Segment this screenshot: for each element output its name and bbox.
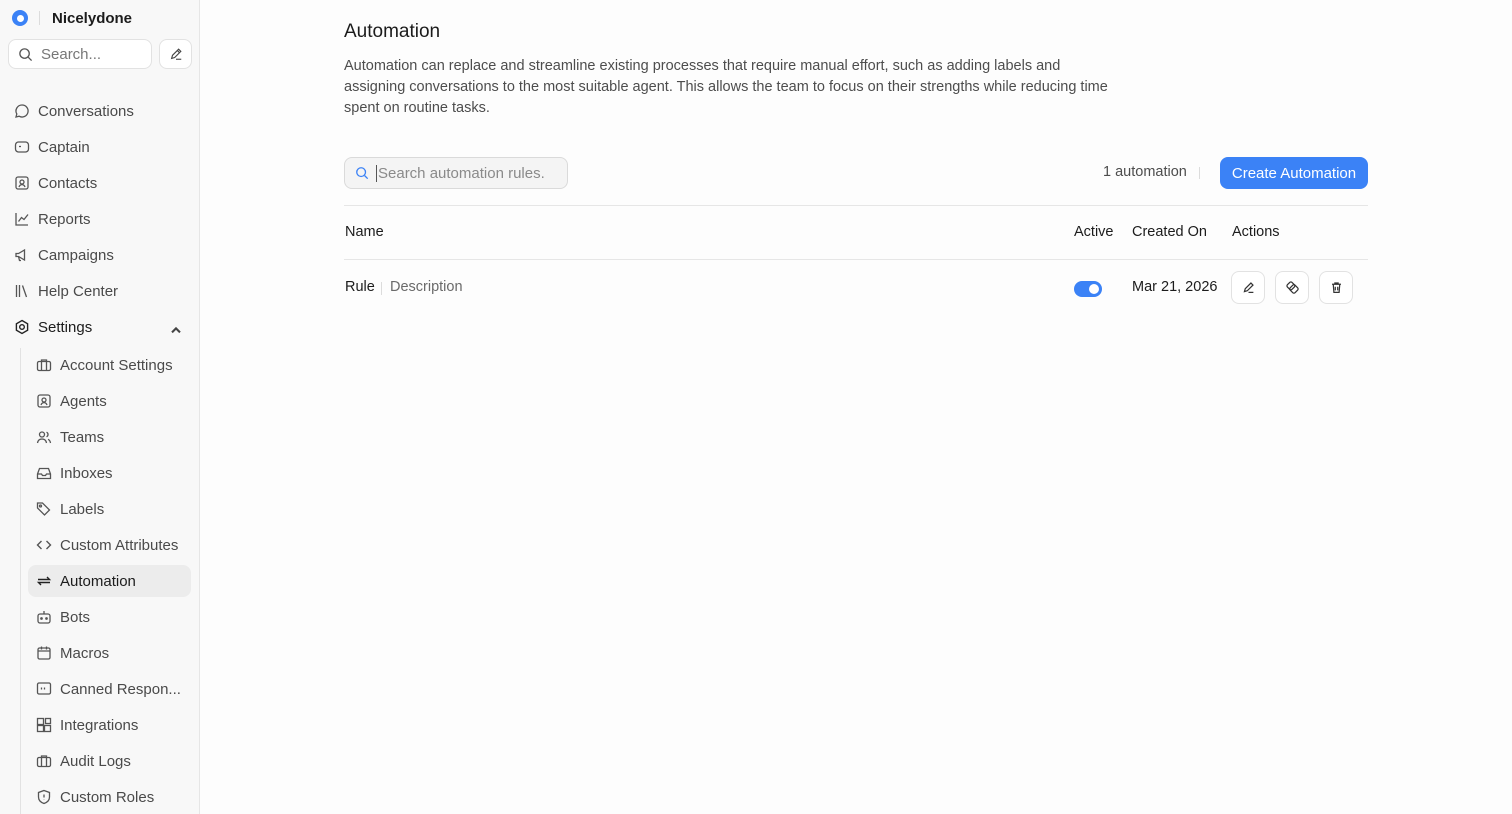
create-automation-button[interactable]: Create Automation: [1220, 157, 1368, 189]
automation-search[interactable]: [344, 157, 568, 189]
shield-icon: [37, 789, 51, 805]
sidebar-item-label: Teams: [60, 428, 105, 446]
chevron-up-icon[interactable]: [168, 322, 184, 338]
active-toggle[interactable]: [1074, 281, 1102, 297]
created-on-date: Mar 21, 2026: [1132, 279, 1218, 295]
trash-icon: [1331, 282, 1341, 293]
blocks-icon: [36, 717, 52, 733]
automation-search-input[interactable]: [376, 164, 556, 182]
sidebar-item-inboxes[interactable]: Inboxes: [28, 457, 191, 489]
sidebar-item-macros[interactable]: Macros: [28, 637, 191, 669]
megaphone-icon: [15, 248, 26, 262]
nav-item-label: Settings: [38, 318, 93, 336]
bot-icon: [37, 611, 51, 624]
sidebar-item-agents[interactable]: Agents: [28, 385, 191, 417]
brand-logo-icon: [12, 10, 28, 26]
nav-item-label: Contacts: [38, 174, 98, 192]
contact-square-icon: [37, 394, 51, 408]
nav-item-captain[interactable]: Captain: [8, 131, 192, 163]
arrows-repeat-icon: [36, 576, 52, 586]
nav-item-label: Conversations: [38, 102, 134, 120]
column-header-created-on: Created On: [1132, 224, 1207, 240]
sidebar-item-canned-responses[interactable]: Canned Respon...: [28, 673, 191, 705]
sidebar-item-label: Bots: [60, 608, 91, 626]
nav-item-settings[interactable]: Settings: [8, 311, 192, 343]
briefcase-icon: [36, 359, 52, 372]
column-header-actions: Actions: [1232, 224, 1280, 240]
nav-item-label: Captain: [38, 138, 90, 156]
sidebar-item-label: Agents: [60, 392, 107, 410]
users-icon: [36, 431, 52, 444]
sidebar-item-label: Automation: [60, 572, 136, 590]
search-icon: [19, 47, 33, 61]
sidebar-item-label: Account Settings: [60, 356, 173, 374]
chat-bubble-icon: [15, 104, 29, 118]
sidebar-item-automation[interactable]: Automation: [28, 565, 191, 597]
sidebar: Nicelydone Conversations Captain Contact…: [0, 0, 200, 814]
sidebar-item-teams[interactable]: Teams: [28, 421, 191, 453]
calendar-box-icon: [37, 646, 51, 660]
nav-item-campaigns[interactable]: Campaigns: [8, 239, 192, 271]
library-icon: [15, 285, 28, 298]
brand-divider: [39, 11, 40, 25]
column-header-name: Name: [345, 224, 384, 240]
toolbar-divider: [1199, 167, 1200, 179]
gear-icon: [15, 319, 29, 335]
sidebar-search-input[interactable]: [41, 45, 141, 63]
sidebar-item-integrations[interactable]: Integrations: [28, 709, 191, 741]
sidebar-item-label: Inboxes: [60, 464, 113, 482]
rule-name-divider: [381, 282, 382, 295]
sidebar-item-label: Custom Attributes: [60, 536, 179, 554]
sidebar-item-account-settings[interactable]: Account Settings: [28, 349, 191, 381]
sidebar-item-custom-roles[interactable]: Custom Roles: [28, 781, 191, 813]
captain-icon: [14, 141, 30, 153]
sidebar-item-bots[interactable]: Bots: [28, 601, 191, 633]
table-header-divider: [344, 259, 1368, 260]
tags-icon: [36, 502, 51, 516]
nav-item-contacts[interactable]: Contacts: [8, 167, 192, 199]
search-icon: [356, 167, 369, 180]
contact-card-icon: [15, 176, 29, 190]
page-title: Automation: [344, 21, 441, 42]
sidebar-item-label: Integrations: [60, 716, 139, 734]
sidebar-item-labels[interactable]: Labels: [28, 493, 191, 525]
clone-rule-button[interactable]: [1275, 271, 1309, 304]
brand[interactable]: Nicelydone: [12, 9, 132, 27]
page-description: Automation can replace and streamline ex…: [344, 58, 1108, 116]
rule-name: Rule: [345, 279, 375, 295]
sidebar-item-label: Canned Respon...: [60, 680, 181, 698]
sidebar-item-audit-logs[interactable]: Audit Logs: [28, 745, 191, 777]
code-icon: [36, 540, 52, 550]
sidebar-search[interactable]: [8, 39, 152, 69]
brand-name: Nicelydone: [52, 9, 133, 27]
chart-line-icon: [15, 213, 29, 226]
column-header-active: Active: [1074, 224, 1114, 240]
quote-message-icon: [36, 682, 52, 695]
copy-icon: [1285, 281, 1299, 294]
settings-subnav-line: [20, 348, 21, 814]
inbox-icon: [36, 467, 52, 480]
nav-item-label: Reports: [38, 210, 91, 228]
nav-item-help-center[interactable]: Help Center: [8, 275, 192, 307]
delete-rule-button[interactable]: [1319, 271, 1353, 304]
nav-item-label: Campaigns: [38, 246, 114, 264]
sidebar-item-label: Custom Roles: [60, 788, 155, 806]
sidebar-item-label: Labels: [60, 500, 105, 518]
briefcase-icon: [36, 755, 52, 768]
sidebar-item-label: Macros: [60, 644, 110, 662]
automation-count: 1 automation: [1103, 164, 1187, 180]
rule-description: Description: [390, 279, 463, 295]
pencil-icon: [170, 48, 182, 60]
edit-rule-button[interactable]: [1231, 271, 1265, 304]
table-top-divider: [344, 205, 1368, 206]
nav-item-conversations[interactable]: Conversations: [8, 95, 192, 127]
pencil-icon: [1243, 282, 1254, 293]
sidebar-item-custom-attributes[interactable]: Custom Attributes: [28, 529, 191, 561]
sidebar-item-label: Audit Logs: [60, 752, 131, 770]
nav-item-reports[interactable]: Reports: [8, 203, 192, 235]
compose-button[interactable]: [159, 39, 192, 69]
nav-item-label: Help Center: [38, 282, 119, 300]
